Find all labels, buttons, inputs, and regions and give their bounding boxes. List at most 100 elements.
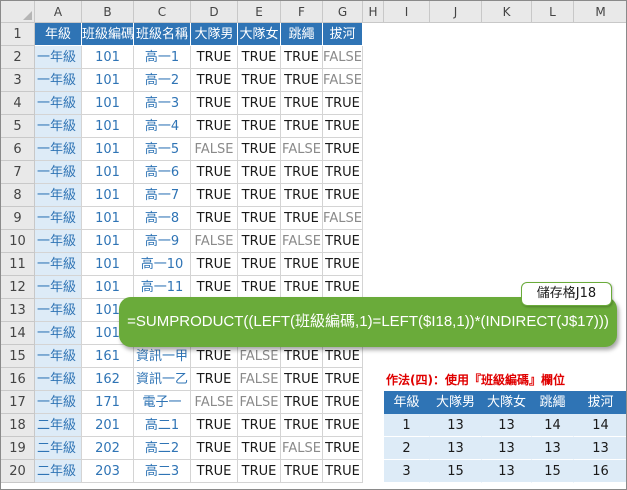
table-cell[interactable]: TRUE — [323, 460, 363, 483]
row-header-4[interactable]: 4 — [1, 92, 35, 115]
summary-cell[interactable]: 13 — [430, 414, 482, 437]
table-cell[interactable]: TRUE — [238, 92, 281, 115]
table-cell[interactable]: TRUE — [323, 230, 363, 253]
table-cell[interactable]: TRUE — [281, 184, 323, 207]
table-cell[interactable]: 一年級 — [35, 276, 82, 299]
summary-cell[interactable]: 3 — [384, 460, 430, 483]
summary-header-cell[interactable]: 跳繩 — [532, 391, 574, 414]
row-header-8[interactable]: 8 — [1, 184, 35, 207]
column-header-l[interactable]: L — [532, 1, 574, 23]
table-cell[interactable]: TRUE — [191, 69, 238, 92]
row-header-14[interactable]: 14 — [1, 322, 35, 345]
summary-cell[interactable]: 13 — [532, 437, 574, 460]
table-cell[interactable]: 高一11 — [134, 276, 191, 299]
column-header-k[interactable]: K — [482, 1, 532, 23]
table-cell[interactable]: 171 — [82, 391, 134, 414]
table-cell[interactable]: 一年級 — [35, 299, 82, 322]
row-header-3[interactable]: 3 — [1, 69, 35, 92]
column-header-d[interactable]: D — [191, 1, 238, 23]
row-header-17[interactable]: 17 — [1, 391, 35, 414]
summary-cell[interactable]: 15 — [430, 460, 482, 483]
table-cell[interactable]: TRUE — [281, 368, 323, 391]
table-cell[interactable]: TRUE — [323, 368, 363, 391]
table-cell[interactable]: 一年級 — [35, 230, 82, 253]
table-cell[interactable]: TRUE — [281, 276, 323, 299]
table-cell[interactable]: 二年級 — [35, 460, 82, 483]
table-cell[interactable]: 高一4 — [134, 115, 191, 138]
table-cell[interactable]: TRUE — [238, 161, 281, 184]
table-cell[interactable]: TRUE — [238, 69, 281, 92]
summary-header-cell[interactable]: 年級 — [384, 391, 430, 414]
table-cell[interactable]: 101 — [82, 69, 134, 92]
table-cell[interactable]: TRUE — [238, 184, 281, 207]
table-cell[interactable]: 一年級 — [35, 184, 82, 207]
summary-cell[interactable]: 1 — [384, 414, 430, 437]
table-cell[interactable]: 101 — [82, 184, 134, 207]
summary-cell[interactable]: 16 — [574, 460, 626, 483]
row-header-7[interactable]: 7 — [1, 161, 35, 184]
table-cell[interactable]: 一年級 — [35, 345, 82, 368]
header-cell[interactable]: 大隊男 — [191, 23, 238, 46]
table-cell[interactable]: FALSE — [191, 138, 238, 161]
table-cell[interactable]: TRUE — [238, 414, 281, 437]
table-cell[interactable]: FALSE — [323, 69, 363, 92]
table-cell[interactable]: 101 — [82, 115, 134, 138]
table-cell[interactable]: FALSE — [281, 437, 323, 460]
table-cell[interactable]: TRUE — [281, 161, 323, 184]
column-header-i[interactable]: I — [384, 1, 430, 23]
table-cell[interactable]: TRUE — [191, 276, 238, 299]
header-cell[interactable]: 年級 — [35, 23, 82, 46]
table-cell[interactable]: FALSE — [323, 207, 363, 230]
table-cell[interactable]: 101 — [82, 276, 134, 299]
table-cell[interactable]: 一年級 — [35, 322, 82, 345]
summary-cell[interactable]: 13 — [482, 460, 532, 483]
header-cell[interactable]: 拔河 — [323, 23, 363, 46]
row-header-2[interactable]: 2 — [1, 46, 35, 69]
table-cell[interactable]: TRUE — [323, 345, 363, 368]
table-cell[interactable]: 一年級 — [35, 138, 82, 161]
table-cell[interactable]: 一年級 — [35, 69, 82, 92]
table-cell[interactable]: TRUE — [281, 414, 323, 437]
table-cell[interactable]: 一年級 — [35, 46, 82, 69]
table-cell[interactable]: 高一7 — [134, 184, 191, 207]
table-cell[interactable]: TRUE — [323, 184, 363, 207]
table-cell[interactable]: TRUE — [323, 253, 363, 276]
table-cell[interactable]: FALSE — [238, 345, 281, 368]
table-cell[interactable]: TRUE — [191, 115, 238, 138]
table-cell[interactable]: 161 — [82, 345, 134, 368]
table-cell[interactable]: TRUE — [191, 460, 238, 483]
table-cell[interactable]: 高二2 — [134, 437, 191, 460]
summary-cell[interactable]: 2 — [384, 437, 430, 460]
table-cell[interactable]: 202 — [82, 437, 134, 460]
table-cell[interactable]: TRUE — [281, 92, 323, 115]
table-cell[interactable]: TRUE — [323, 391, 363, 414]
table-cell[interactable]: TRUE — [238, 138, 281, 161]
column-header-g[interactable]: G — [323, 1, 363, 23]
table-cell[interactable]: 高二3 — [134, 460, 191, 483]
table-cell[interactable]: TRUE — [191, 368, 238, 391]
table-cell[interactable]: FALSE — [191, 230, 238, 253]
table-cell[interactable]: TRUE — [191, 437, 238, 460]
table-cell[interactable]: 一年級 — [35, 115, 82, 138]
table-cell[interactable]: TRUE — [281, 345, 323, 368]
table-cell[interactable]: TRUE — [281, 115, 323, 138]
table-cell[interactable]: TRUE — [281, 460, 323, 483]
table-cell[interactable]: 101 — [82, 253, 134, 276]
column-header-c[interactable]: C — [134, 1, 191, 23]
row-header-16[interactable]: 16 — [1, 368, 35, 391]
table-cell[interactable]: TRUE — [191, 345, 238, 368]
table-cell[interactable]: TRUE — [191, 207, 238, 230]
table-cell[interactable]: TRUE — [281, 46, 323, 69]
table-cell[interactable]: TRUE — [281, 69, 323, 92]
summary-cell[interactable]: 14 — [532, 414, 574, 437]
table-cell[interactable]: TRUE — [323, 138, 363, 161]
summary-header-cell[interactable]: 拔河 — [574, 391, 626, 414]
table-cell[interactable]: 101 — [82, 46, 134, 69]
table-cell[interactable]: TRUE — [238, 253, 281, 276]
table-cell[interactable]: 一年級 — [35, 207, 82, 230]
row-header-10[interactable]: 10 — [1, 230, 35, 253]
table-cell[interactable]: 高二1 — [134, 414, 191, 437]
row-header-12[interactable]: 12 — [1, 276, 35, 299]
table-cell[interactable]: 101 — [82, 92, 134, 115]
row-header-6[interactable]: 6 — [1, 138, 35, 161]
